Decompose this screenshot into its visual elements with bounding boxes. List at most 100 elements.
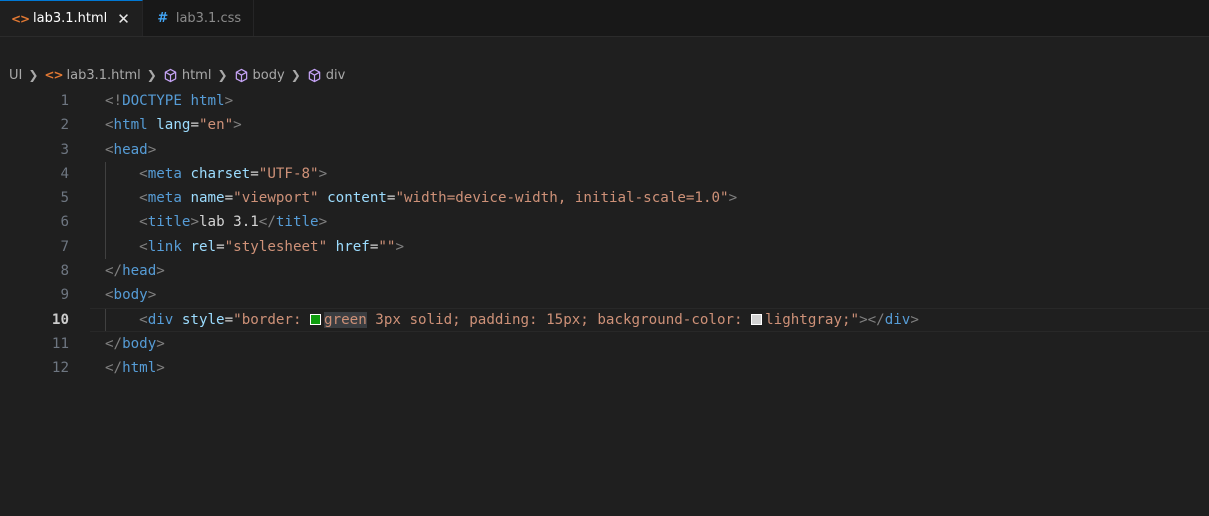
breadcrumb: UI ❯ <> lab3.1.html ❯ html ❯ body ❯ div <box>0 61 1209 89</box>
tab-label: lab3.1.css <box>175 10 242 26</box>
code-token: content <box>327 190 387 207</box>
code-token: "width=device-width, initial-scale=1.0" <box>395 190 729 207</box>
code-token: <! <box>105 93 123 109</box>
code-token: > <box>156 263 165 280</box>
breadcrumb-body[interactable]: body <box>234 68 285 83</box>
code-line[interactable]: 1 <!DOCTYPE html> <box>0 89 1209 113</box>
line-number: 10 <box>51 311 69 328</box>
code-token: "" <box>378 238 396 255</box>
code-token: </ <box>105 360 123 377</box>
color-swatch-icon[interactable] <box>751 313 763 325</box>
code-line[interactable]: 10 <div style="border: green 3px solid; … <box>0 307 1209 333</box>
code-content: <html lang="en"> <box>105 113 242 137</box>
code-token-highlighted: green <box>324 311 367 328</box>
element-cube-icon <box>234 68 249 83</box>
code-token: < <box>139 190 148 207</box>
code-editor[interactable]: 1 <!DOCTYPE html> 2 <html lang="en"> 3 <head>… <box>0 89 1209 499</box>
code-token: lightgray;" <box>765 311 860 328</box>
breadcrumb-html[interactable]: html <box>163 68 211 83</box>
code-token: < <box>139 238 148 255</box>
code-token: "viewport" <box>233 190 319 207</box>
code-line[interactable]: 9 <body> <box>0 283 1209 307</box>
code-line[interactable]: 8 </head> <box>0 259 1209 283</box>
line-number: 5 <box>60 190 69 207</box>
line-number: 8 <box>60 263 69 280</box>
code-content: <head> <box>105 138 156 162</box>
tab-lab3-1-css[interactable]: # lab3.1.css <box>143 0 255 36</box>
code-token: = <box>216 238 225 255</box>
code-token: lang <box>156 117 191 134</box>
code-token: > <box>224 93 234 109</box>
editor-tab-bar: <> lab3.1.html ✕ # lab3.1.css <box>0 0 1209 37</box>
code-content: </head> <box>105 259 165 283</box>
code-line[interactable]: 7 <link rel="stylesheet" href=""> <box>0 234 1209 260</box>
line-number: 9 <box>60 287 69 304</box>
code-token: lab 3.1 <box>198 214 259 231</box>
code-token: > <box>147 287 157 304</box>
breadcrumb-file[interactable]: <> lab3.1.html <box>44 68 140 83</box>
code-token: charset <box>190 165 251 182</box>
code-token: "en" <box>198 117 234 134</box>
code-token: < <box>139 165 148 182</box>
chevron-right-icon: ❯ <box>290 68 301 82</box>
code-token: > <box>156 335 165 352</box>
code-token: "stylesheet" <box>224 238 328 255</box>
code-token: meta <box>147 165 182 182</box>
chevron-right-icon: ❯ <box>28 68 39 82</box>
breadcrumb-file-label: lab3.1.html <box>66 67 141 83</box>
code-line[interactable]: 12 </html> <box>0 356 1209 380</box>
code-token: DOCTYPE <box>122 93 182 109</box>
code-token: html <box>122 360 157 377</box>
color-swatch-icon[interactable] <box>310 313 322 325</box>
breadcrumb-root[interactable]: UI <box>9 68 22 83</box>
code-token: title <box>147 214 191 231</box>
code-content: <title>lab 3.1</title> <box>105 210 327 234</box>
code-token: = <box>224 311 234 328</box>
line-number: 4 <box>60 165 69 182</box>
code-token: = <box>250 165 259 182</box>
html-file-icon: <> <box>44 68 63 82</box>
code-token: name <box>190 190 225 207</box>
element-cube-icon <box>163 68 178 83</box>
breadcrumb-body-label: body <box>252 67 285 83</box>
code-token: < <box>105 141 114 158</box>
line-number: 2 <box>60 117 69 134</box>
code-token: rel <box>190 238 217 255</box>
code-content: <!DOCTYPE html> <box>105 89 233 113</box>
code-line[interactable]: 4 <meta charset="UTF-8"> <box>0 161 1209 187</box>
line-number: 1 <box>60 93 69 109</box>
code-token: < <box>105 117 114 134</box>
code-token: href <box>335 238 370 255</box>
code-line[interactable]: 6 <title>lab 3.1</title> <box>0 210 1209 235</box>
code-token: </ <box>105 335 123 352</box>
code-token: < <box>105 287 114 304</box>
line-number: 3 <box>60 141 69 158</box>
code-token: title <box>275 214 319 231</box>
code-token: "UTF-8" <box>258 165 319 182</box>
code-token: = <box>190 117 199 134</box>
code-token: body <box>122 335 157 352</box>
code-line[interactable]: 3 <head> <box>0 138 1209 162</box>
code-token: head <box>113 141 148 158</box>
code-line[interactable]: 2 <html lang="en"> <box>0 113 1209 137</box>
tab-lab3-1-html[interactable]: <> lab3.1.html ✕ <box>0 0 143 36</box>
code-token: > <box>233 117 242 134</box>
code-line[interactable]: 11 </body> <box>0 332 1209 356</box>
code-token: > <box>318 165 328 182</box>
element-cube-icon <box>307 68 322 83</box>
code-token: meta <box>147 190 182 207</box>
close-icon[interactable]: ✕ <box>117 10 130 28</box>
code-token: head <box>122 263 157 280</box>
line-number: 11 <box>51 335 69 352</box>
code-token: < <box>139 311 148 328</box>
code-token: > <box>147 141 157 158</box>
code-token: link <box>147 238 182 255</box>
breadcrumb-div[interactable]: div <box>307 68 345 83</box>
code-line[interactable]: 5 <meta name="viewport" content="width=d… <box>0 186 1209 211</box>
code-token: > <box>318 214 328 231</box>
code-content: <meta charset="UTF-8"> <box>105 162 327 186</box>
code-token: > <box>156 360 165 377</box>
